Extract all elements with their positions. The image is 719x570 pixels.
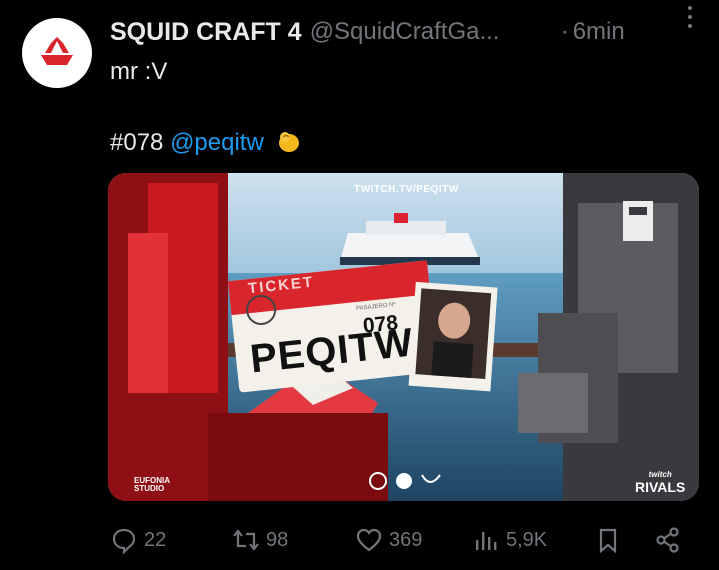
avatar[interactable] — [22, 18, 92, 88]
reply-icon — [112, 528, 136, 554]
reply-button[interactable]: 22 — [110, 522, 166, 558]
timestamp[interactable]: 6min — [573, 18, 625, 46]
logo-badge-2 — [396, 473, 412, 489]
share-icon — [656, 527, 679, 553]
view-count: 5,9K — [506, 528, 548, 551]
mention-link[interactable]: @peqitw — [170, 129, 264, 156]
reply-count: 22 — [144, 528, 167, 551]
separator: · — [560, 18, 569, 45]
hashtag-text: #078 — [110, 129, 164, 156]
sponsor-logo: twitch RIVALS — [635, 469, 686, 495]
twitch-url-label: TWITCH.TV/PEQITW — [354, 184, 459, 195]
bookmark-button[interactable] — [594, 522, 622, 558]
retweet-button[interactable]: 98 — [232, 522, 288, 558]
author-name[interactable]: SQUID CRAFT 4 — [110, 18, 302, 47]
photo-card — [408, 281, 498, 392]
views-icon — [476, 532, 497, 550]
tweet-text-line2: #078 @peqitw — [110, 128, 302, 157]
studio-logo-sub: STUDIO — [134, 484, 165, 493]
sponsor-logo-bottom: RIVALS — [635, 479, 686, 495]
retweet-icon — [233, 529, 259, 551]
share-button[interactable] — [654, 522, 682, 558]
studio-logo: EUFONIA STUDIO — [134, 477, 170, 493]
media-image[interactable]: TWITCH.TV/PEQITW TICKET PASAJERO Nº 078 … — [108, 173, 699, 501]
tweet-header: SQUID CRAFT 4 @SquidCraftGa... · 6min — [110, 14, 710, 50]
retweet-count: 98 — [266, 528, 289, 551]
cruise-ship — [340, 213, 480, 265]
views-button[interactable]: 5,9K — [472, 522, 547, 558]
tweet-text-line1: mr :V — [110, 58, 168, 85]
action-bar: 22 98 369 5,9K — [110, 522, 690, 558]
heart-icon — [356, 528, 382, 552]
like-button[interactable]: 369 — [355, 522, 422, 558]
more-options-icon[interactable] — [685, 6, 695, 32]
pinching-hand-emoji-icon — [279, 132, 300, 152]
boat-logo-icon — [41, 37, 73, 65]
bookmark-icon — [599, 528, 617, 554]
like-count: 369 — [389, 528, 423, 551]
author-handle[interactable]: @SquidCraftGa... — [310, 18, 535, 46]
